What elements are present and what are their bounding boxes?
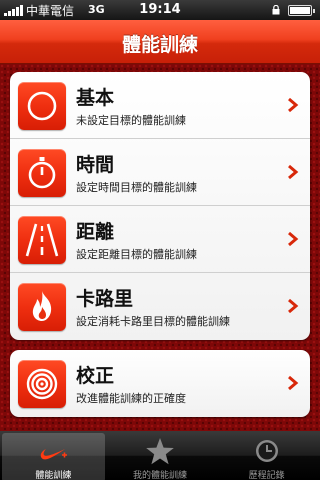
battery-icon xyxy=(288,5,315,16)
status-bar: 中華電信 3G 19:14 xyxy=(0,0,320,20)
calibrate-subtitle: 改進體能訓練的正確度 xyxy=(76,392,186,405)
workout-calories-row[interactable]: 卡路里 設定消耗卡路里目標的體能訓練 xyxy=(10,273,310,340)
workout-calories-subtitle: 設定消耗卡路里目標的體能訓練 xyxy=(76,315,230,328)
rotation-lock-icon xyxy=(272,5,280,15)
chevron-right-icon xyxy=(288,97,299,113)
workout-type-list: 基本 未設定目標的體能訓練 時間 設定時間目標的體能訓練 距離 設定距離目標的體… xyxy=(10,72,310,340)
workout-time-subtitle: 設定時間目標的體能訓練 xyxy=(76,181,197,194)
workout-basic-row[interactable]: 基本 未設定目標的體能訓練 xyxy=(10,72,310,139)
chevron-right-icon xyxy=(288,164,299,180)
tab-bar: 體能訓練 我的體能訓練 歷程記錄 xyxy=(0,431,320,480)
navigation-bar: 體能訓練 xyxy=(0,20,320,64)
chevron-right-icon xyxy=(288,298,299,314)
tab-my-workouts[interactable]: 我的體能訓練 xyxy=(109,433,212,480)
tab-history[interactable]: 歷程記錄 xyxy=(215,433,318,480)
workout-distance-subtitle: 設定距離目標的體能訓練 xyxy=(76,248,197,261)
tab-workouts[interactable]: 體能訓練 xyxy=(2,433,105,480)
content-area: 基本 未設定目標的體能訓練 時間 設定時間目標的體能訓練 距離 設定距離目標的體… xyxy=(0,64,320,431)
chevron-right-icon xyxy=(288,231,299,247)
clock-icon xyxy=(255,440,278,462)
workout-time-title: 時間 xyxy=(76,154,115,176)
calibrate-row[interactable]: 校正 改進體能訓練的正確度 xyxy=(10,350,310,417)
flame-icon xyxy=(18,283,66,331)
star-icon xyxy=(146,438,174,465)
workout-basic-subtitle: 未設定目標的體能訓練 xyxy=(76,114,186,127)
stopwatch-icon xyxy=(18,149,66,197)
tab-history-label: 歷程記錄 xyxy=(248,471,285,480)
road-icon xyxy=(18,216,66,264)
tab-workouts-label: 體能訓練 xyxy=(35,471,72,480)
workout-distance-title: 距離 xyxy=(76,221,115,243)
target-icon xyxy=(18,360,66,408)
calibrate-title: 校正 xyxy=(76,365,115,387)
tab-my-workouts-label: 我的體能訓練 xyxy=(133,471,188,480)
workout-basic-title: 基本 xyxy=(76,87,115,109)
chevron-right-icon xyxy=(288,375,299,391)
workout-distance-row[interactable]: 距離 設定距離目標的體能訓練 xyxy=(10,206,310,273)
page-title: 體能訓練 xyxy=(121,34,198,56)
workout-calories-title: 卡路里 xyxy=(76,288,134,310)
nike-swoosh-icon xyxy=(41,449,68,460)
calibration-group: 校正 改進體能訓練的正確度 xyxy=(10,350,310,417)
circle-icon xyxy=(18,82,66,130)
workout-time-row[interactable]: 時間 設定時間目標的體能訓練 xyxy=(10,139,310,206)
